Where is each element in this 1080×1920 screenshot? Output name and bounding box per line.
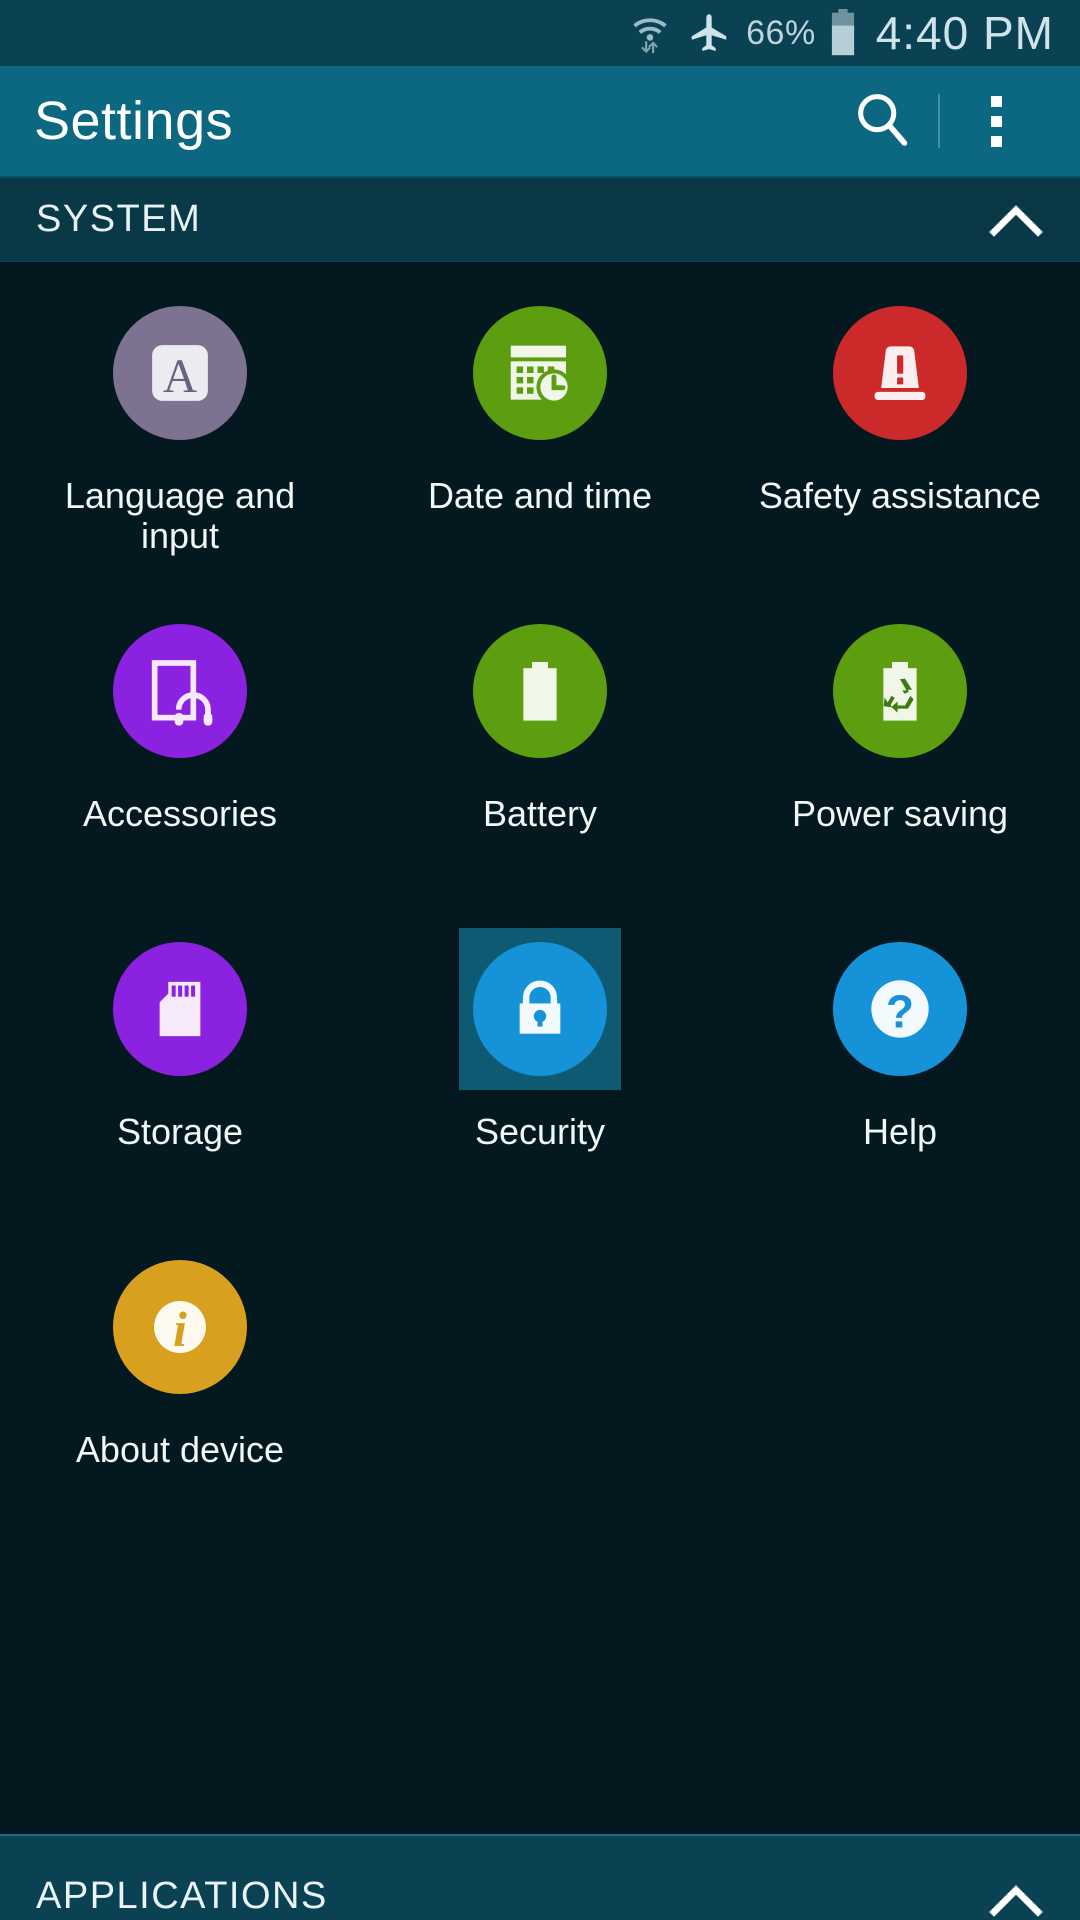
icon-container <box>99 928 261 1090</box>
grid-item-label: Date and time <box>427 475 653 516</box>
icon-container <box>819 610 981 772</box>
icon-container: ? <box>819 928 981 1090</box>
grid-item-label: Accessories <box>82 793 278 834</box>
section-title-system: SYSTEM <box>36 198 202 240</box>
section-header-applications[interactable]: APPLICATIONS <box>0 1834 1080 1920</box>
clock-text: 4:40 PM <box>875 7 1054 59</box>
grid-item-label: Help <box>862 1111 938 1152</box>
padlock-icon <box>473 942 607 1076</box>
action-bar: Settings <box>0 66 1080 178</box>
chevron-up-icon[interactable] <box>988 1882 1044 1918</box>
grid-item-power-saving[interactable]: Power saving <box>720 596 1080 914</box>
grid-item-storage[interactable]: Storage <box>0 914 360 1232</box>
battery-recycle-icon <box>833 624 967 758</box>
grid-item-label: Security <box>474 1111 606 1152</box>
grid-item-label: Storage <box>116 1111 244 1152</box>
svg-text:A: A <box>163 351 197 403</box>
calendar-clock-icon <box>473 306 607 440</box>
icon-container: i <box>99 1246 261 1408</box>
battery-icon <box>473 624 607 758</box>
section-title-applications: APPLICATIONS <box>36 1875 328 1917</box>
icon-container <box>819 292 981 454</box>
battery-percent-text: 66% <box>746 13 816 52</box>
keyboard-letter-a-icon: A <box>113 306 247 440</box>
action-bar-buttons <box>832 65 1046 177</box>
grid-item-security[interactable]: Security <box>360 914 720 1232</box>
grid-item-label: Power saving <box>791 793 1009 834</box>
grid-item-battery[interactable]: Battery <box>360 596 720 914</box>
settings-grid: A Language and input Date and time Safet… <box>0 262 1080 1550</box>
information-icon: i <box>113 1260 247 1394</box>
action-bar-divider <box>938 94 940 148</box>
grid-item-help[interactable]: ? Help <box>720 914 1080 1232</box>
search-button[interactable] <box>832 65 932 177</box>
page-title: Settings <box>34 91 234 151</box>
chevron-up-icon[interactable] <box>988 202 1044 238</box>
grid-item-label: About device <box>75 1429 285 1470</box>
grid-item-date-and-time[interactable]: Date and time <box>360 278 720 596</box>
grid-item-language-and-input[interactable]: A Language and input <box>0 278 360 596</box>
section-header-system[interactable]: SYSTEM <box>0 178 1080 262</box>
airplane-mode-icon <box>686 10 732 56</box>
phone-headphones-icon <box>113 624 247 758</box>
search-icon <box>850 87 914 156</box>
grid-item-label: Language and input <box>64 475 296 557</box>
grid-item-accessories[interactable]: Accessories <box>0 596 360 914</box>
status-bar: 66% 4:40 PM <box>0 0 1080 66</box>
battery-icon <box>830 9 856 57</box>
sd-card-icon <box>113 942 247 1076</box>
svg-text:i: i <box>173 1302 187 1357</box>
question-mark-icon: ? <box>833 942 967 1076</box>
grid-item-about-device[interactable]: i About device <box>0 1232 360 1550</box>
grid-item-label: Safety assistance <box>758 475 1042 516</box>
more-options-button[interactable] <box>946 65 1046 177</box>
emergency-beacon-icon <box>833 306 967 440</box>
grid-item-safety-assistance[interactable]: Safety assistance <box>720 278 1080 596</box>
more-options-icon <box>990 95 1002 147</box>
icon-container: A <box>99 292 261 454</box>
icon-container <box>459 610 621 772</box>
settings-screen: 66% 4:40 PM Settings SYSTEM A Language a… <box>0 0 1080 1920</box>
svg-text:?: ? <box>886 985 914 1037</box>
icon-container <box>99 610 261 772</box>
icon-container <box>459 292 621 454</box>
grid-item-label: Battery <box>482 793 598 834</box>
icon-container-selected <box>459 928 621 1090</box>
wifi-with-transfer-arrows-icon <box>628 11 672 55</box>
